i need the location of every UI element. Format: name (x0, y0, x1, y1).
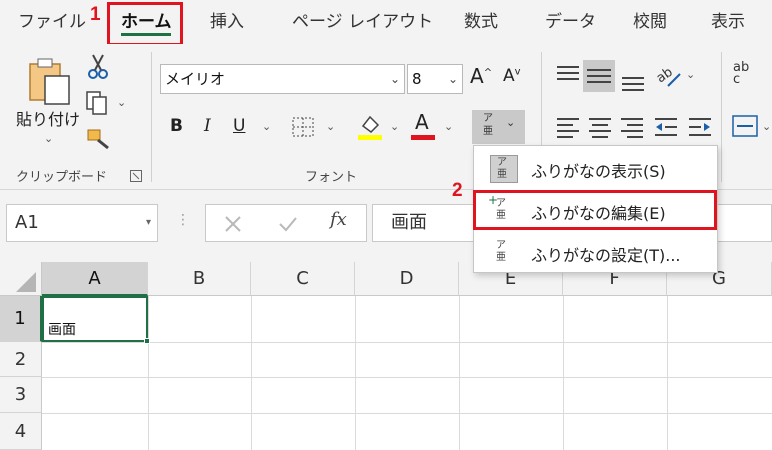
clipboard-launcher-icon[interactable] (130, 170, 142, 182)
furigana-show-icon: ア亜 (490, 155, 518, 183)
italic-button[interactable]: I (204, 116, 211, 136)
font-group-label: フォント (305, 170, 358, 185)
step2-number: 2 (452, 180, 463, 201)
font-name-value: メイリオ (165, 70, 226, 88)
borders-icon[interactable] (291, 116, 315, 138)
cancel-entry-icon[interactable] (224, 215, 242, 233)
formula-content: 画面 (391, 212, 427, 233)
gridline (355, 296, 356, 450)
align-center-icon[interactable] (587, 116, 613, 138)
tab-data[interactable]: データ (545, 8, 596, 36)
font-name-chevron-icon[interactable]: ⌄ (390, 65, 400, 93)
tab-insert[interactable]: 挿入 (210, 8, 244, 36)
paste-button[interactable]: 貼り付け (16, 106, 80, 130)
grow-font-glyph: A (470, 64, 484, 88)
confirm-entry-icon[interactable] (278, 215, 298, 233)
underline-chevron-icon[interactable]: ⌄ (262, 120, 271, 133)
gridline (148, 296, 149, 450)
phonetic-guide-chevron-icon: ⌄ (506, 116, 516, 129)
paste-icon[interactable] (28, 56, 72, 106)
menu-item-label: ふりがなの設定(T)... (531, 246, 681, 265)
font-color-chevron-icon[interactable]: ⌄ (444, 120, 453, 133)
orientation-chevron-icon[interactable]: ⌄ (686, 68, 695, 81)
tab-file[interactable]: ファイル (18, 8, 86, 36)
middle-align-icon (587, 69, 611, 83)
separator (721, 52, 722, 182)
insert-function-button[interactable]: fx (330, 209, 347, 230)
copy-dropdown-chevron-icon[interactable]: ⌄ (117, 96, 126, 109)
worksheet-grid: A B C D E F G 1 2 3 4 画面 (0, 262, 772, 450)
fill-handle[interactable] (144, 338, 150, 344)
format-painter-icon[interactable] (86, 126, 112, 150)
formula-buttons: fx (205, 204, 367, 242)
underline-button[interactable]: U (233, 116, 245, 136)
wrap-text-icon[interactable]: ab c (733, 61, 759, 86)
select-all-corner[interactable] (0, 262, 42, 296)
separator (151, 52, 152, 182)
step1-number: 1 (90, 4, 101, 25)
tab-review[interactable]: 校閲 (633, 8, 667, 36)
select-all-triangle-icon (16, 272, 36, 292)
row-header-2[interactable]: 2 (0, 342, 42, 377)
font-name-combo[interactable]: メイリオ ⌄ (160, 64, 405, 94)
bold-button[interactable]: B (170, 116, 183, 136)
row-header-1[interactable]: 1 (0, 296, 42, 342)
tab-view[interactable]: 表示 (711, 8, 745, 36)
step1-highlight-box (107, 2, 183, 46)
row-header-4[interactable]: 4 (0, 413, 42, 450)
align-right-icon[interactable] (619, 116, 645, 138)
align-left-icon[interactable] (555, 116, 581, 138)
font-size-combo[interactable]: 8 ⌄ (407, 64, 463, 94)
gridline (667, 296, 668, 450)
gridline (42, 413, 772, 414)
grow-font-button[interactable]: A^ (470, 64, 492, 88)
font-size-chevron-icon[interactable]: ⌄ (448, 65, 458, 93)
column-header-c[interactable]: C (251, 262, 355, 296)
copy-icon[interactable] (84, 90, 110, 116)
phonetic-guide-button[interactable]: ア亜 ⌄ (472, 110, 525, 144)
increase-indent-icon[interactable] (687, 116, 713, 138)
borders-chevron-icon[interactable]: ⌄ (326, 120, 335, 133)
orientation-icon[interactable]: ab (654, 60, 684, 90)
gridline (563, 296, 564, 450)
phonetic-guide-icon: ア亜 (483, 113, 493, 137)
column-header-b[interactable]: B (148, 262, 251, 296)
fill-color-chevron-icon[interactable]: ⌄ (390, 120, 399, 133)
cut-icon[interactable] (86, 52, 110, 80)
name-box[interactable]: A1 ▾ (6, 204, 158, 242)
font-color-swatch (411, 135, 435, 140)
menu-item-furigana-settings[interactable]: ア亜 ふりがなの設定(T)... (474, 234, 717, 272)
bottom-align-icon[interactable] (620, 68, 646, 92)
merge-center-icon[interactable] (731, 114, 759, 138)
tab-formulas[interactable]: 数式 (464, 8, 498, 36)
gridline (42, 377, 772, 378)
menu-item-label: ふりがなの表示(S) (531, 162, 666, 181)
fill-color-icon[interactable] (357, 112, 383, 142)
row-header-3[interactable]: 3 (0, 377, 42, 413)
font-color-button[interactable]: A (415, 110, 429, 134)
step2-highlight-box (473, 190, 717, 230)
svg-text:ab: ab (654, 65, 676, 87)
shrink-font-glyph: A (503, 66, 515, 86)
shrink-font-button[interactable]: Av (503, 66, 521, 86)
tab-page-layout[interactable]: ページ レイアウト (292, 8, 433, 36)
paste-dropdown-chevron-icon[interactable]: ⌄ (44, 132, 53, 145)
name-box-value: A1 (15, 212, 39, 233)
column-header-a[interactable]: A (42, 262, 148, 296)
furigana-settings-icon: ア亜 (496, 240, 506, 263)
gridline (251, 296, 252, 450)
middle-align-button[interactable] (583, 60, 615, 92)
formula-bar-grip-icon: ⋮ (176, 212, 190, 228)
name-box-chevron-icon[interactable]: ▾ (146, 205, 151, 241)
menu-item-show-furigana[interactable]: ア亜 ふりがなの表示(S) (474, 150, 717, 188)
gridline (42, 342, 772, 343)
font-size-value: 8 (412, 70, 422, 88)
top-align-icon[interactable] (555, 64, 581, 86)
merge-chevron-icon[interactable]: ⌄ (762, 120, 771, 133)
gridline (459, 296, 460, 450)
clipboard-group-label: クリップボード (16, 170, 108, 185)
decrease-indent-icon[interactable] (653, 116, 679, 138)
column-header-d[interactable]: D (355, 262, 459, 296)
cell-a1-selection[interactable] (42, 296, 150, 344)
